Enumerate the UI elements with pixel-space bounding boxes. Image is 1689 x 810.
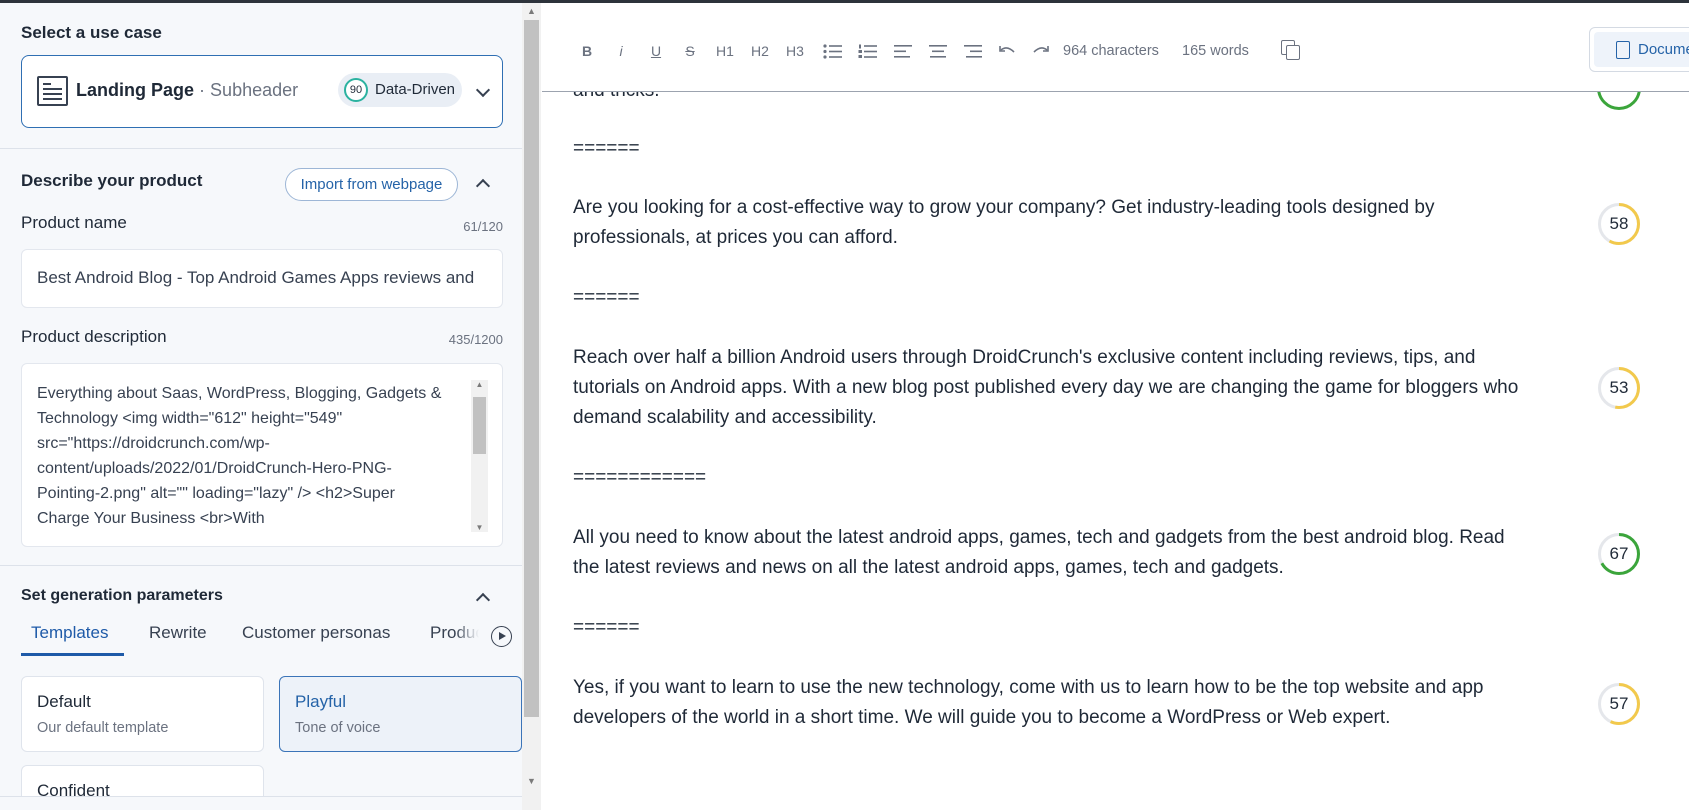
tab-templates[interactable]: Templates <box>31 623 108 643</box>
score-badge: 53 <box>1597 366 1641 410</box>
word-count: 165 words <box>1182 43 1249 59</box>
separator-line: ============ <box>573 467 707 488</box>
editor-toolbar: B i U S H1 H2 H3 964 characters 165 word… <box>542 3 1689 92</box>
chevron-down-icon[interactable] <box>475 82 491 98</box>
badge-label: Data-Driven <box>375 81 456 98</box>
editor-content[interactable]: and tricks. ====== Are you looking for a… <box>542 92 1689 810</box>
badge-score: 90 <box>344 78 368 102</box>
product-description-label: Product description <box>21 327 167 346</box>
settings-panel: Select a use case Landing Page · Subhead… <box>0 3 541 810</box>
section-divider <box>0 148 522 149</box>
template-subtitle: Our default template <box>37 720 169 736</box>
bullet-list-icon[interactable] <box>823 44 843 59</box>
document-button[interactable]: Docume <box>1589 27 1689 72</box>
tabs-fade <box>455 621 495 651</box>
product-name-input[interactable]: Best Android Blog - Top Android Games Ap… <box>21 249 503 308</box>
product-description-textarea[interactable]: Everything about Saas, WordPress, Bloggi… <box>21 363 503 547</box>
use-case-heading: Select a use case <box>21 23 162 42</box>
active-tab-indicator <box>21 653 124 656</box>
separator-line: ====== <box>573 617 640 638</box>
score-badge: 58 <box>1597 202 1641 246</box>
redo-icon[interactable] <box>1032 45 1050 57</box>
product-name-counter: 61/120 <box>463 219 503 234</box>
character-count: 964 characters <box>1063 43 1159 59</box>
template-subtitle: Tone of voice <box>295 720 381 736</box>
collapse-describe-icon[interactable] <box>475 178 491 194</box>
panel-footer <box>0 796 522 810</box>
undo-icon[interactable] <box>998 45 1016 57</box>
scroll-down-icon[interactable]: ▼ <box>471 523 488 532</box>
strikethrough-button[interactable]: S <box>684 43 696 59</box>
tab-rewrite[interactable]: Rewrite <box>149 623 207 643</box>
data-driven-badge: 90 Data-Driven <box>338 73 462 107</box>
template-title: Default <box>37 692 91 711</box>
import-from-webpage-button[interactable]: Import from webpage <box>285 168 458 201</box>
textarea-scroll-thumb[interactable] <box>473 397 486 454</box>
use-case-select[interactable]: Landing Page · Subheader 90 Data-Driven <box>21 55 503 128</box>
template-card-default[interactable]: Default Our default template <box>21 676 264 752</box>
numbered-list-icon[interactable] <box>858 44 878 59</box>
bold-button[interactable]: B <box>581 43 593 59</box>
product-name-label: Product name <box>21 213 127 232</box>
scroll-up-icon[interactable]: ▲ <box>471 380 488 389</box>
align-left-icon[interactable] <box>893 44 913 59</box>
document-button-label: Docume <box>1638 41 1689 58</box>
template-card-playful[interactable]: Playful Tone of voice <box>279 676 522 752</box>
italic-button[interactable]: i <box>616 43 626 59</box>
describe-product-heading: Describe your product <box>21 171 203 190</box>
landing-page-icon <box>37 76 68 106</box>
copy-icon[interactable] <box>1281 40 1300 60</box>
panel-scrollbar[interactable]: ▲ ▼ <box>522 3 541 810</box>
heading1-button[interactable]: H1 <box>715 43 735 59</box>
section-divider <box>0 565 522 566</box>
align-right-icon[interactable] <box>963 44 983 59</box>
tabs-scroll-right-icon[interactable] <box>491 626 512 647</box>
collapse-parameters-icon[interactable] <box>475 592 491 608</box>
score-badge: 67 <box>1597 532 1641 576</box>
align-center-icon[interactable] <box>928 44 948 59</box>
generation-parameters-heading: Set generation parameters <box>21 587 223 604</box>
product-description-text: Everything about Saas, WordPress, Bloggi… <box>37 385 442 527</box>
heading2-button[interactable]: H2 <box>750 43 770 59</box>
document-icon <box>1616 41 1630 59</box>
scroll-up-icon[interactable]: ▲ <box>522 3 541 19</box>
separator-line: ====== <box>573 138 640 159</box>
use-case-name: Landing Page · Subheader <box>76 80 299 100</box>
separator-line: ====== <box>573 287 640 308</box>
textarea-scrollbar[interactable]: ▲ ▼ <box>471 380 488 532</box>
tab-customer-personas[interactable]: Customer personas <box>242 623 390 643</box>
scroll-down-icon[interactable]: ▼ <box>522 773 541 789</box>
underline-button[interactable]: U <box>650 43 662 59</box>
score-ring-partial <box>1597 92 1641 110</box>
cut-off-text: and tricks. <box>573 92 660 106</box>
template-title: Playful <box>295 692 347 711</box>
product-description-counter: 435/1200 <box>448 332 503 347</box>
score-badge: 57 <box>1597 682 1641 726</box>
panel-scroll-thumb[interactable] <box>524 20 539 717</box>
heading3-button[interactable]: H3 <box>785 43 805 59</box>
